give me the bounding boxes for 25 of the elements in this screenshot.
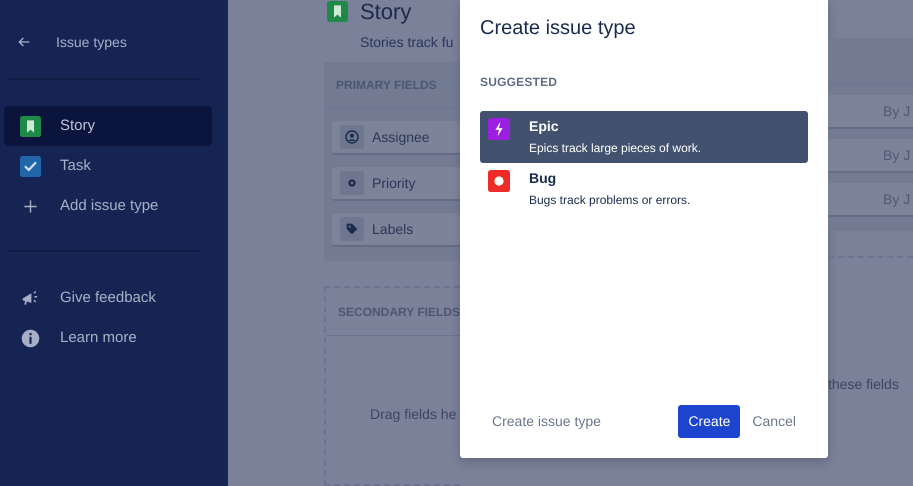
create-button[interactable]: Create — [678, 405, 740, 438]
lightning-icon — [488, 118, 510, 140]
footer-link[interactable]: Create issue type — [492, 411, 601, 432]
section-heading: SUGGESTED — [480, 74, 558, 91]
issue-type-option[interactable]: Epic Epics track large pieces of work. — [480, 111, 808, 163]
tag-icon — [344, 221, 360, 237]
drop-hint: Drag fields he — [370, 405, 458, 424]
checkbox-icon — [20, 156, 41, 176]
cancel-button[interactable]: Cancel — [740, 405, 808, 438]
sidebar-link[interactable]: Learn more — [4, 318, 212, 358]
sidebar-link[interactable]: Give feedback — [4, 278, 212, 318]
info-icon — [20, 328, 41, 348]
page-title: Story — [360, 0, 412, 26]
sidebar-item[interactable]: Story — [4, 106, 212, 146]
issue-type-option[interactable]: Bug Bugs track problems or errors. — [480, 163, 808, 215]
sidebar-item[interactable]: Task — [4, 146, 212, 186]
bookmark-icon — [20, 116, 41, 136]
sidebar-item[interactable]: Add issue type — [4, 186, 212, 226]
page-description: Stories track fu — [360, 33, 454, 52]
drop-hint: these fields — [828, 375, 900, 394]
sidebar-heading: Issue types — [56, 32, 127, 52]
person-icon — [344, 129, 360, 145]
bug-icon — [488, 170, 510, 192]
dialog-title: Create issue type — [480, 16, 637, 40]
bookmark-icon — [327, 0, 348, 22]
